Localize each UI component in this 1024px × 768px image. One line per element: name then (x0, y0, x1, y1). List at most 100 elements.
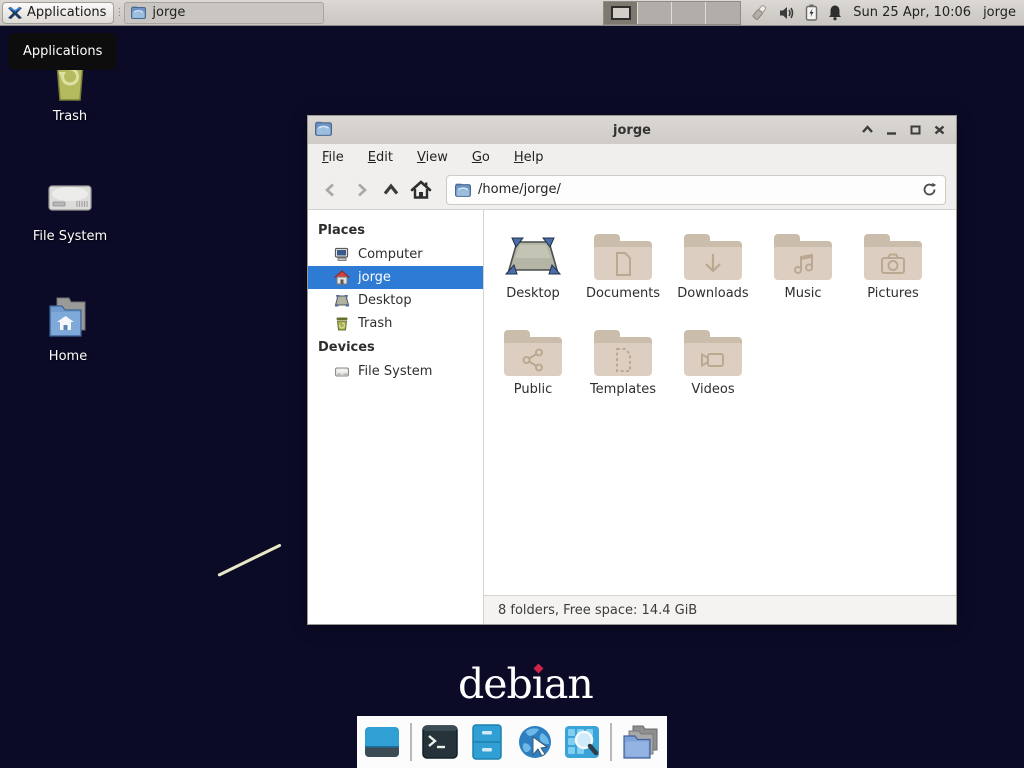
desktop-icon-label: Trash (53, 109, 87, 124)
menu-file[interactable]: File (322, 150, 344, 165)
close-icon[interactable] (933, 124, 946, 136)
desktop-icon-label: File System (33, 229, 107, 244)
sidebar-item-file-system[interactable]: File System (308, 360, 483, 383)
file-item-label: Downloads (677, 286, 748, 301)
sidebar-item-label: Desktop (358, 293, 412, 308)
window-folder-icon (315, 121, 332, 140)
desktop-special-icon (504, 222, 562, 280)
back-button[interactable] (318, 177, 344, 203)
workspace-window-miniature (611, 6, 631, 20)
minimize-icon[interactable] (885, 124, 898, 136)
file-cabinet-icon[interactable] (468, 722, 506, 762)
top-panel: Applications ⋮ jorge Sun 25 Apr, 10:06 j… (0, 0, 1024, 26)
workspace-switcher (603, 1, 741, 25)
file-item-label: Documents (586, 286, 660, 301)
desktop-icon-home[interactable]: Home (20, 292, 116, 364)
menu-view[interactable]: View (417, 150, 448, 165)
desktop-icon-file-system[interactable]: File System (22, 172, 118, 244)
home-icon (334, 270, 350, 285)
applications-menu-button[interactable]: Applications (2, 2, 114, 24)
forward-button[interactable] (348, 177, 374, 203)
volume-icon[interactable] (778, 5, 796, 21)
folder-icon (131, 6, 146, 19)
taskbar-window-button[interactable]: jorge (124, 2, 324, 24)
dock-separator (410, 723, 412, 761)
trash-icon (334, 316, 350, 331)
file-item-documents[interactable]: Documents (578, 222, 668, 318)
panel-handle[interactable]: ⋮ (114, 7, 122, 18)
workspace-4[interactable] (706, 2, 740, 24)
file-item-desktop[interactable]: Desktop (488, 222, 578, 318)
desktop-places-icon (334, 293, 350, 308)
sidebar-header-devices: Devices (308, 335, 483, 360)
file-item-music[interactable]: Music (758, 222, 848, 318)
applications-tooltip-text: Applications (23, 44, 102, 59)
xfce-logo-icon (7, 5, 23, 21)
window-title: jorge (308, 123, 956, 138)
documents-folder-icon (594, 234, 652, 280)
menu-edit[interactable]: Edit (368, 150, 393, 165)
notifications-bell-icon[interactable] (827, 4, 843, 21)
statusbar: 8 folders, Free space: 14.4 GiB (484, 595, 956, 624)
sidebar-item-label: Trash (358, 316, 392, 331)
shade-icon[interactable] (861, 124, 874, 136)
debian-wordmark: debıan (458, 660, 593, 708)
up-button[interactable] (378, 177, 404, 203)
music-folder-icon (774, 234, 832, 280)
system-tray (749, 4, 843, 22)
titlebar[interactable]: jorge (308, 116, 956, 144)
statusbar-text: 8 folders, Free space: 14.4 GiB (498, 603, 697, 618)
directory-menu-icon[interactable] (621, 722, 661, 762)
file-manager-window: jorge File Edit View Go Help (307, 115, 957, 625)
hard-drive-icon (45, 172, 95, 226)
dock-panel (357, 716, 667, 768)
toolbar: /home/jorge/ (308, 170, 956, 210)
videos-folder-icon (684, 330, 742, 376)
debian-text: an (544, 660, 593, 708)
file-item-public[interactable]: Public (488, 318, 578, 414)
pictures-folder-icon (864, 234, 922, 280)
panel-user-label[interactable]: jorge (983, 5, 1016, 20)
taskbar-window-label: jorge (152, 5, 185, 20)
templates-folder-icon (594, 330, 652, 376)
battery-charging-icon[interactable] (805, 4, 818, 21)
menu-help[interactable]: Help (514, 150, 544, 165)
sidebar-item-desktop[interactable]: Desktop (308, 289, 483, 312)
workspace-1[interactable] (604, 2, 638, 24)
app-finder-icon[interactable] (563, 722, 601, 762)
sidebar-item-label: Computer (358, 247, 423, 262)
terminal-icon[interactable] (421, 722, 459, 762)
location-bar[interactable]: /home/jorge/ (446, 175, 946, 205)
applications-menu-label: Applications (27, 5, 106, 20)
wallpaper-line-artifact (217, 543, 281, 576)
sidebar-item-label: File System (358, 364, 432, 379)
debian-i: ı (532, 660, 544, 708)
stylus-icon[interactable] (749, 4, 769, 22)
file-item-label: Music (785, 286, 822, 301)
sidebar-item-jorge[interactable]: jorge (308, 266, 483, 289)
home-button[interactable] (408, 177, 434, 203)
debian-text: deb (458, 660, 532, 708)
sidebar-item-trash[interactable]: Trash (308, 312, 483, 335)
reload-icon[interactable] (922, 182, 937, 197)
file-grid: Desktop Documents Downloads (484, 210, 956, 595)
drive-icon (334, 364, 350, 379)
sidebar-header-places: Places (308, 218, 483, 243)
web-browser-icon[interactable] (516, 722, 554, 762)
file-item-pictures[interactable]: Pictures (848, 222, 938, 318)
file-item-downloads[interactable]: Downloads (668, 222, 758, 318)
sidebar-item-label: jorge (358, 270, 391, 285)
panel-clock[interactable]: Sun 25 Apr, 10:06 (853, 5, 971, 20)
workspace-3[interactable] (672, 2, 706, 24)
home-folder-icon (43, 292, 93, 346)
file-item-videos[interactable]: Videos (668, 318, 758, 414)
file-item-label: Pictures (867, 286, 918, 301)
location-path[interactable]: /home/jorge/ (478, 182, 915, 197)
desktop-icon[interactable] (363, 722, 401, 762)
menu-go[interactable]: Go (472, 150, 490, 165)
maximize-icon[interactable] (909, 124, 922, 136)
file-item-templates[interactable]: Templates (578, 318, 668, 414)
workspace-2[interactable] (638, 2, 672, 24)
sidebar: Places Computer jorge Desktop Trash Devi… (308, 210, 484, 624)
sidebar-item-computer[interactable]: Computer (308, 243, 483, 266)
